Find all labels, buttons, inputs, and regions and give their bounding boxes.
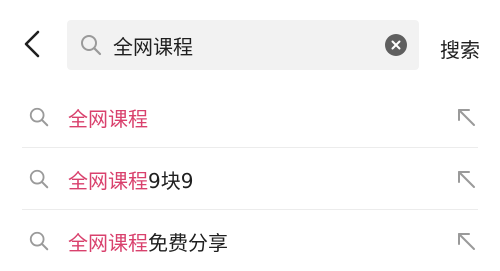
suggestion-list: 全网课程 全网课程9块9 全网课程免费分享 xyxy=(0,86,500,271)
clear-icon xyxy=(391,40,401,50)
suggestion-highlight: 全网课程 xyxy=(68,169,148,193)
fill-query-button[interactable] xyxy=(452,227,480,255)
suggestion-rest: 免费分享 xyxy=(148,231,228,255)
search-icon xyxy=(29,169,49,189)
suggestion-text: 全网课程9块9 xyxy=(68,165,193,194)
arrow-up-left-icon xyxy=(458,109,475,126)
clear-button[interactable] xyxy=(385,34,407,56)
suggestion-highlight: 全网课程 xyxy=(68,107,148,131)
search-page: 搜索 全网课程 全网课程9块9 xyxy=(0,0,500,271)
suggestion-item[interactable]: 全网课程9块9 xyxy=(0,148,500,210)
suggestion-text: 全网课程免费分享 xyxy=(68,227,228,256)
arrow-up-left-icon xyxy=(458,233,475,250)
search-header: 搜索 xyxy=(0,0,500,92)
search-icon xyxy=(29,107,49,127)
arrow-up-left-icon xyxy=(458,171,475,188)
search-box[interactable] xyxy=(67,20,419,70)
search-icon xyxy=(81,35,102,56)
suggestion-text: 全网课程 xyxy=(68,103,148,132)
fill-query-button[interactable] xyxy=(452,103,480,131)
suggestion-highlight: 全网课程 xyxy=(68,231,148,255)
search-input[interactable] xyxy=(113,28,383,62)
fill-query-button[interactable] xyxy=(452,165,480,193)
back-button[interactable] xyxy=(12,22,52,66)
suggestion-item[interactable]: 全网课程 xyxy=(0,86,500,148)
suggestion-rest: 9块9 xyxy=(148,169,194,193)
search-icon xyxy=(29,231,49,251)
suggestion-item[interactable]: 全网课程免费分享 xyxy=(0,210,500,271)
back-chevron-icon xyxy=(24,30,40,58)
search-button[interactable]: 搜索 xyxy=(440,34,480,63)
